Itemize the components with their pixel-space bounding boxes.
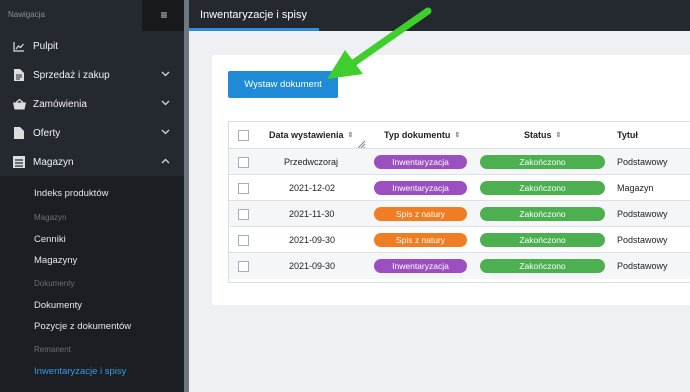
submenu-item-dokumenty[interactable]: Dokumenty	[34, 300, 82, 311]
sidebar-scrollbar[interactable]	[184, 0, 189, 392]
row-checkbox[interactable]	[238, 235, 249, 246]
row-checkbox[interactable]	[238, 183, 249, 194]
sort-icon: ⇕	[454, 132, 461, 139]
status-badge: Zakończono	[480, 259, 605, 273]
column-header-title[interactable]: Tytuł	[617, 122, 638, 148]
sidebar-item-label: Oferty	[33, 127, 61, 139]
type-badge: Spis z natury	[374, 233, 467, 247]
sidebar-item-oferty[interactable]: Oferty	[0, 118, 184, 148]
sidebar-item-magazyn[interactable]: Magazyn	[0, 147, 184, 177]
column-header-status[interactable]: Status ⇕	[524, 122, 561, 148]
date-cell: Przedwczoraj	[284, 157, 339, 167]
type-badge: Spis z natury	[374, 207, 467, 221]
title-cell: Podstawowy	[617, 235, 668, 245]
submenu-item-pozycje-z-dokumentow[interactable]: Pozycje z dokumentów	[34, 321, 131, 332]
table-row[interactable]: 2021-12-02 Inwentaryzacja Zakończono Mag…	[229, 174, 690, 201]
sidebar-item-label: Magazyn	[33, 156, 74, 168]
status-badge: Zakończono	[480, 181, 605, 195]
sidebar-item-zamowienia[interactable]: Zamówienia	[0, 89, 184, 119]
title-cell: Magazyn	[617, 183, 654, 193]
magazyn-submenu: Indeks produktów Magazyn Cenniki Magazyn…	[0, 176, 184, 392]
type-badge: Inwentaryzacja	[374, 181, 467, 195]
sidebar-item-pulpit[interactable]: Pulpit	[0, 31, 184, 61]
title-cell: Podstawowy	[617, 157, 668, 167]
submenu-item-inwentaryzacje-i-spisy[interactable]: Inwentaryzacje i spisy	[34, 366, 126, 377]
active-tab-indicator	[189, 28, 319, 31]
chevron-down-icon	[161, 98, 170, 108]
basket-icon	[12, 97, 26, 111]
sidebar: Nawigacja ≡ Pulpit Sprzedaż i zakup Zamó…	[0, 0, 186, 392]
submenu-section-remanent: Remanent	[34, 345, 71, 354]
document-icon	[12, 68, 26, 82]
chart-line-icon	[12, 39, 26, 53]
nav-label: Nawigacja	[8, 10, 45, 19]
column-resize-handle[interactable]	[357, 136, 366, 149]
submenu-item-cenniki[interactable]: Cenniki	[34, 234, 66, 245]
row-checkbox[interactable]	[238, 157, 249, 168]
date-cell: 2021-09-30	[289, 235, 336, 245]
submenu-section-magazyn: Magazyn	[34, 213, 67, 222]
row-checkbox[interactable]	[238, 261, 249, 272]
sidebar-item-sprzedaz[interactable]: Sprzedaż i zakup	[0, 60, 184, 90]
table-row[interactable]: 2021-09-30 Inwentaryzacja Zakończono Pod…	[229, 252, 690, 279]
hamburger-icon: ≡	[160, 8, 168, 22]
submenu-item-indeks-produktow[interactable]: Indeks produktów	[34, 188, 108, 199]
sidebar-header: Nawigacja ≡	[0, 0, 186, 31]
status-badge: Zakończono	[480, 207, 605, 221]
status-badge: Zakończono	[480, 155, 605, 169]
table-row[interactable]: 2021-11-30 Spis z natury Zakończono Pods…	[229, 200, 690, 227]
menu-toggle-button[interactable]: ≡	[142, 0, 186, 31]
sidebar-item-label: Zamówienia	[33, 98, 87, 110]
status-badge: Zakończono	[480, 233, 605, 247]
issue-document-button[interactable]: Wystaw dokument	[228, 71, 338, 98]
top-bar: Inwentaryzacje i spisy	[189, 0, 690, 31]
date-cell: 2021-11-30	[289, 209, 335, 219]
select-all-checkbox[interactable]	[238, 130, 249, 141]
table-row[interactable]: 2021-09-30 Spis z natury Zakończono Pods…	[229, 226, 690, 253]
title-cell: Podstawowy	[617, 261, 668, 271]
type-badge: Inwentaryzacja	[374, 259, 467, 273]
chevron-down-icon	[161, 69, 170, 79]
warehouse-icon	[12, 155, 26, 169]
sort-icon: ⇕	[555, 132, 562, 139]
date-cell: 2021-09-30	[289, 261, 336, 271]
sidebar-item-label: Pulpit	[33, 40, 59, 52]
documents-table: Data wystawienia ⇕ Typ dokumentu ⇕ Statu…	[228, 121, 690, 283]
table-row[interactable]: Przedwczoraj Inwentaryzacja Zakończono P…	[229, 148, 690, 175]
date-cell: 2021-12-02	[289, 183, 336, 193]
column-header-type[interactable]: Typ dokumentu ⇕	[384, 122, 460, 148]
sidebar-item-label: Sprzedaż i zakup	[33, 69, 110, 81]
chevron-down-icon	[161, 127, 170, 137]
type-badge: Inwentaryzacja	[374, 155, 467, 169]
row-checkbox[interactable]	[238, 209, 249, 220]
submenu-item-magazyny[interactable]: Magazyny	[34, 255, 77, 266]
file-icon	[12, 126, 26, 140]
submenu-section-dokumenty: Dokumenty	[34, 279, 75, 288]
title-cell: Podstawowy	[617, 209, 668, 219]
chevron-up-icon	[161, 156, 170, 166]
sort-icon: ⇕	[347, 132, 354, 139]
column-header-date[interactable]: Data wystawienia ⇕	[269, 122, 353, 148]
page-title: Inwentaryzacje i spisy	[200, 9, 307, 21]
